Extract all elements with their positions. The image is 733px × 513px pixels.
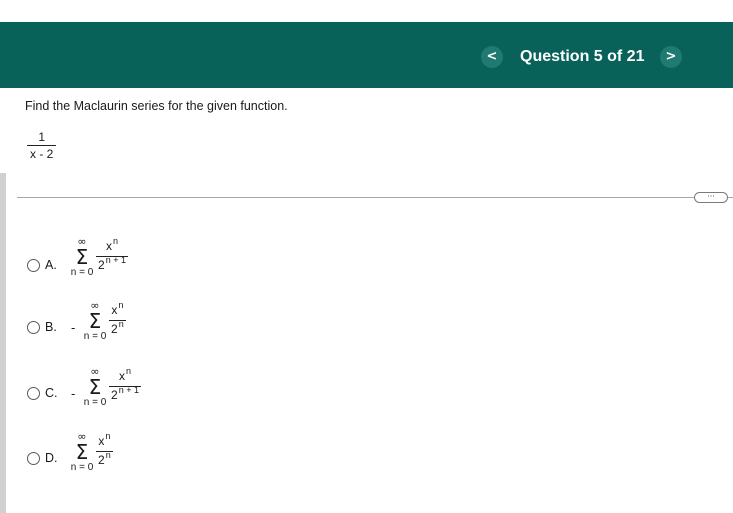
option-letter: A. — [45, 258, 57, 272]
function-denominator: x - 2 — [30, 147, 54, 161]
radio-button-d[interactable] — [27, 452, 40, 465]
term-numerator: xn — [111, 300, 124, 317]
fraction-bar — [27, 145, 57, 146]
more-options-button[interactable]: ··· — [694, 192, 728, 203]
term-numerator: xn — [105, 236, 118, 253]
previous-question-button[interactable]: < — [481, 46, 503, 68]
summation: ∞ Σ n = 0 — [70, 236, 94, 279]
left-scroll-edge — [0, 173, 6, 513]
question-counter: Question 5 of 21 — [520, 48, 645, 65]
summation: ∞ Σ n = 0 — [83, 300, 107, 343]
option-letter: C. — [45, 386, 58, 400]
summation-lower-limit: n = 0 — [70, 267, 94, 278]
chevron-left-icon: < — [486, 49, 498, 64]
summation-lower-limit: n = 0 — [83, 331, 107, 342]
summation-lower-limit: n = 0 — [83, 397, 107, 408]
summation: ∞ Σ n = 0 — [70, 431, 94, 474]
chevron-right-icon: > — [665, 49, 677, 64]
series-term-fraction: xn 2n — [109, 300, 126, 337]
summation-lower-limit: n = 0 — [70, 462, 94, 473]
minus-sign: - — [71, 320, 76, 335]
section-divider — [17, 197, 733, 198]
answer-option-b[interactable]: B. - ∞ Σ n = 0 xn 2n — [27, 300, 227, 362]
function-fraction: 1 x - 2 — [27, 130, 57, 161]
sigma-symbol: Σ — [75, 440, 89, 464]
function-numerator: 1 — [38, 130, 46, 144]
option-letter: D. — [45, 451, 58, 465]
term-numerator: xn — [118, 366, 131, 383]
sigma-symbol: Σ — [88, 309, 102, 333]
radio-button-b[interactable] — [27, 321, 40, 334]
question-prompt: Find the Maclaurin series for the given … — [25, 99, 288, 113]
top-strip — [0, 0, 733, 22]
term-denominator: 2n + 1 — [111, 385, 139, 402]
page: < Question 5 of 21 > Find the Maclaurin … — [0, 0, 733, 513]
answer-option-c[interactable]: C. - ∞ Σ n = 0 xn 2n + 1 — [27, 366, 227, 426]
series-term-fraction: xn 2n + 1 — [96, 236, 128, 273]
answer-option-a[interactable]: A. ∞ Σ n = 0 xn 2n + 1 — [27, 236, 227, 296]
sigma-symbol: Σ — [88, 375, 102, 399]
radio-button-c[interactable] — [27, 387, 40, 400]
term-denominator: 2n — [98, 450, 111, 467]
series-term-fraction: xn 2n + 1 — [109, 366, 141, 403]
minus-sign: - — [71, 386, 76, 401]
answer-option-d[interactable]: D. ∞ Σ n = 0 xn 2n — [27, 431, 227, 491]
header-bar: < Question 5 of 21 > — [0, 22, 733, 88]
ellipsis-icon: ··· — [707, 192, 715, 201]
summation: ∞ Σ n = 0 — [83, 366, 107, 409]
radio-button-a[interactable] — [27, 259, 40, 272]
series-term-fraction: xn 2n — [96, 431, 113, 468]
next-question-button[interactable]: > — [660, 46, 682, 68]
term-numerator: xn — [98, 431, 111, 448]
sigma-symbol: Σ — [75, 245, 89, 269]
term-denominator: 2n + 1 — [98, 255, 126, 272]
option-letter: B. — [45, 320, 57, 334]
term-denominator: 2n — [111, 319, 124, 336]
